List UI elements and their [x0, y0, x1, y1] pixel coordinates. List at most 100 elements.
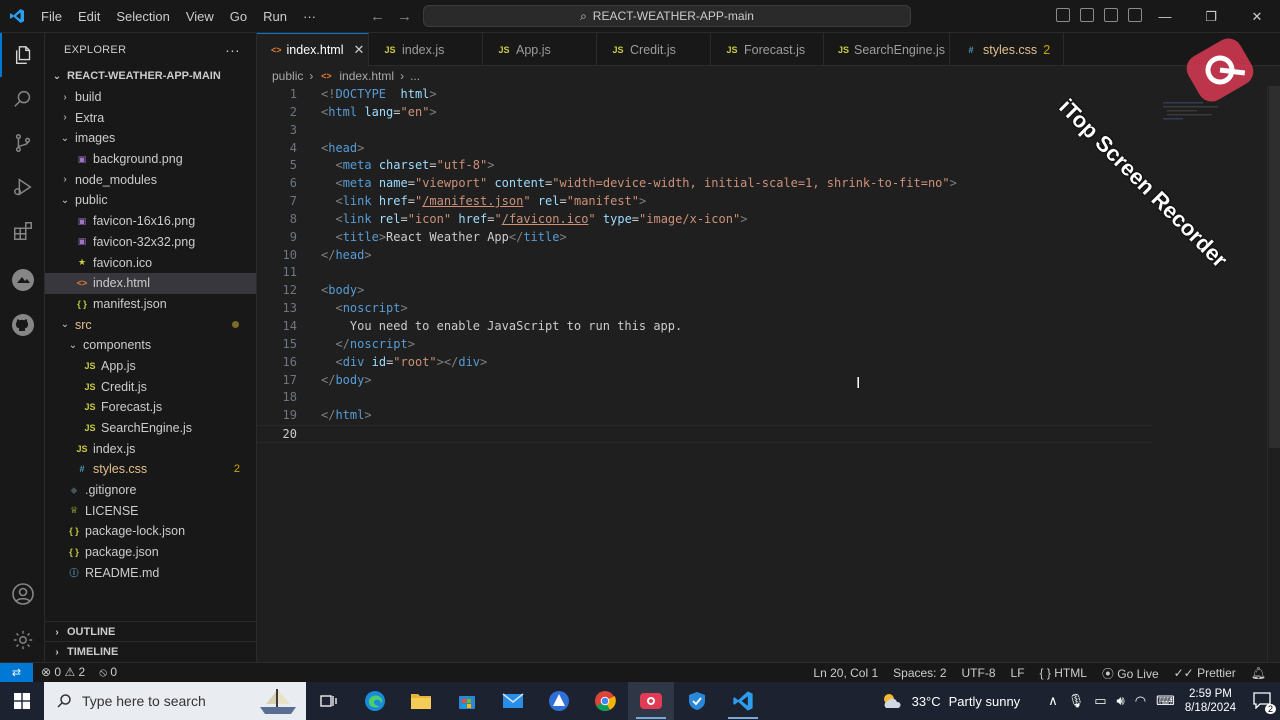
tree-folder[interactable]: › Extra: [45, 107, 256, 128]
tree-folder[interactable]: ⌄ components: [45, 335, 256, 356]
code-line[interactable]: 17 </body>: [257, 372, 1267, 390]
weather-widget[interactable]: 33°C Partly sunny: [880, 691, 1020, 711]
code-line[interactable]: 5 <meta charset="utf-8">: [257, 157, 1267, 175]
tree-file[interactable]: ▣ favicon-16x16.png: [45, 211, 256, 232]
code-line[interactable]: 19 </html>: [257, 407, 1267, 425]
task-view-icon[interactable]: [306, 682, 352, 720]
tree-file[interactable]: ♕ LICENSE: [45, 500, 256, 521]
tab-searchengine-js[interactable]: JS SearchEngine.js: [824, 33, 950, 66]
tree-folder[interactable]: ⌄ src: [45, 314, 256, 335]
chrome-icon[interactable]: [582, 682, 628, 720]
menu-item-go[interactable]: Go: [222, 0, 255, 33]
windows-start-icon[interactable]: [0, 682, 44, 720]
camera-icon[interactable]: ▭: [1094, 693, 1106, 709]
tree-file[interactable]: ◆ .gitignore: [45, 480, 256, 501]
code-line[interactable]: 18: [257, 389, 1267, 407]
taskbar-search[interactable]: Type here to search: [44, 682, 306, 720]
tree-file[interactable]: ⓘ README.md: [45, 563, 256, 584]
run-debug-icon[interactable]: [0, 165, 45, 209]
problems-indicator[interactable]: ⊗ 0 ⚠ 2: [41, 665, 85, 680]
code-line[interactable]: 8 <link rel="icon" href="/favicon.ico" t…: [257, 211, 1267, 229]
tree-folder[interactable]: ⌄ public: [45, 190, 256, 211]
code-line[interactable]: 7 <link href="/manifest.json" rel="manif…: [257, 193, 1267, 211]
extensions-icon[interactable]: [0, 209, 45, 253]
language-mode[interactable]: { } HTML: [1040, 666, 1087, 680]
end-of-line[interactable]: LF: [1011, 666, 1025, 680]
menu-item-view[interactable]: View: [178, 0, 222, 33]
prettier-button[interactable]: ✓✓ Prettier: [1174, 666, 1236, 680]
keyboard-icon[interactable]: ⌨: [1156, 693, 1175, 709]
forward-arrow-icon[interactable]: →: [397, 8, 412, 25]
tree-file[interactable]: JS App.js: [45, 356, 256, 377]
microsoft-store-icon[interactable]: [444, 682, 490, 720]
code-line[interactable]: 2 <html lang="en">: [257, 104, 1267, 122]
tab-app-js[interactable]: JS App.js: [483, 33, 597, 66]
go-live-button[interactable]: ⦿ Go Live: [1102, 665, 1159, 682]
settings-gear-icon[interactable]: [0, 618, 45, 662]
tree-file[interactable]: ▣ favicon-32x32.png: [45, 232, 256, 253]
toggle-panel-icon[interactable]: [1080, 8, 1094, 22]
minimap[interactable]: [1163, 100, 1223, 122]
code-line[interactable]: 6 <meta name="viewport" content="width=d…: [257, 175, 1267, 193]
menu-item-run[interactable]: Run: [255, 0, 295, 33]
source-control-icon[interactable]: [0, 121, 45, 165]
tree-file[interactable]: # styles.css 2: [45, 459, 256, 480]
code-line[interactable]: 10 </head>: [257, 247, 1267, 265]
menu-item-selection[interactable]: Selection: [108, 0, 177, 33]
breadcrumb-file[interactable]: index.html: [339, 69, 394, 83]
code-line[interactable]: 15 </noscript>: [257, 336, 1267, 354]
command-center[interactable]: ⌕ REACT-WEATHER-APP-main: [423, 5, 911, 27]
wifi-icon[interactable]: ◠: [1135, 693, 1146, 709]
clock[interactable]: 2:59 PM 8/18/2024: [1185, 687, 1236, 715]
tab-index-js[interactable]: JS index.js: [369, 33, 483, 66]
close-window-icon[interactable]: ✕: [1234, 9, 1280, 25]
scrollbar-thumb[interactable]: [1269, 86, 1280, 448]
explorer-icon[interactable]: [0, 33, 45, 77]
menu-item-more[interactable]: ···: [295, 0, 324, 33]
project-root[interactable]: ⌄ REACT-WEATHER-APP-MAIN: [45, 66, 256, 87]
tree-file[interactable]: ★ favicon.ico: [45, 252, 256, 273]
code-line[interactable]: 11: [257, 264, 1267, 282]
outline-section[interactable]: › OUTLINE: [45, 621, 257, 642]
back-arrow-icon[interactable]: ←: [370, 8, 385, 25]
tree-file[interactable]: { } manifest.json: [45, 294, 256, 315]
tree-file[interactable]: <> index.html: [45, 272, 256, 294]
close-tab-icon[interactable]: ✕: [354, 42, 365, 58]
ports-indicator[interactable]: ⦸ 0: [99, 665, 117, 680]
menu-item-edit[interactable]: Edit: [70, 0, 108, 33]
code-editor[interactable]: 1 <!DOCTYPE html> 2 <html lang="en"> 3 4 <head…: [257, 86, 1267, 662]
file-explorer-icon[interactable]: [398, 682, 444, 720]
tree-file[interactable]: { } package.json: [45, 542, 256, 563]
mail-icon[interactable]: [490, 682, 536, 720]
code-line[interactable]: 14 You need to enable JavaScript to run …: [257, 318, 1267, 336]
code-line[interactable]: 20: [257, 425, 1152, 443]
restore-icon[interactable]: ❐: [1188, 9, 1234, 25]
encoding[interactable]: UTF-8: [962, 666, 996, 680]
tree-file[interactable]: JS SearchEngine.js: [45, 418, 256, 439]
vscode-taskbar-icon[interactable]: [720, 682, 766, 720]
volume-icon[interactable]: 🔊︎: [1117, 693, 1125, 709]
tree-folder[interactable]: › build: [45, 87, 256, 108]
code-line[interactable]: 13 <noscript>: [257, 300, 1267, 318]
notification-center-icon[interactable]: 2: [1252, 691, 1276, 714]
remote-explorer-icon[interactable]: [0, 258, 45, 302]
breadcrumb-folder[interactable]: public: [272, 69, 303, 83]
remote-indicator-icon[interactable]: ⇄: [0, 662, 33, 683]
code-line[interactable]: 4 <head>: [257, 140, 1267, 158]
vscode-logo-icon[interactable]: [0, 0, 33, 33]
tree-file[interactable]: JS Credit.js: [45, 376, 256, 397]
minimize-icon[interactable]: —: [1142, 9, 1188, 24]
github-icon[interactable]: [0, 303, 45, 347]
screen-recorder-icon[interactable]: [628, 682, 674, 720]
vpn-app-icon[interactable]: [536, 682, 582, 720]
show-hidden-icons-icon[interactable]: ∧: [1048, 693, 1058, 709]
code-line[interactable]: 9 <title>React Weather App</title>: [257, 229, 1267, 247]
account-icon[interactable]: [0, 572, 45, 616]
tab-forecast-js[interactable]: JS Forecast.js: [711, 33, 824, 66]
code-line[interactable]: 3: [257, 122, 1267, 140]
more-actions-icon[interactable]: ···: [225, 42, 240, 58]
tab-index-html[interactable]: <> index.html ✕: [257, 33, 369, 66]
cursor-position[interactable]: Ln 20, Col 1: [813, 666, 878, 680]
code-line[interactable]: 1 <!DOCTYPE html>: [257, 86, 1267, 104]
customize-layout-icon[interactable]: [1128, 8, 1142, 22]
